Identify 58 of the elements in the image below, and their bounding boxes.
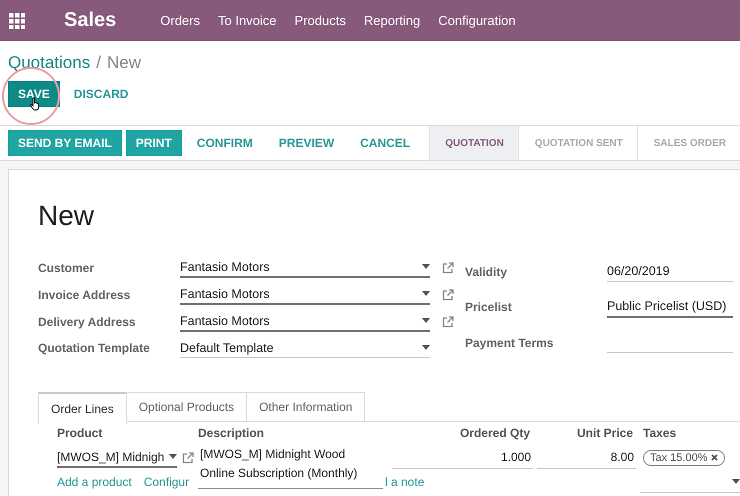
field-label: Payment Terms: [465, 336, 554, 350]
add-line-link[interactable]: l a note: [385, 475, 424, 489]
caret-icon: [422, 318, 430, 323]
external-link-icon[interactable]: [442, 316, 454, 328]
app-title: Sales: [64, 9, 116, 32]
discard-button[interactable]: DISCARD: [64, 81, 138, 107]
field-label: Invoice Address: [38, 288, 132, 302]
column-header: Product: [57, 426, 104, 440]
field-label: Pricelist: [465, 300, 513, 314]
tag-label: Tax 15.00%: [650, 452, 708, 464]
action-button[interactable]: CANCEL: [349, 130, 422, 156]
external-link-icon[interactable]: [182, 452, 194, 464]
input-field[interactable]: 8.00: [537, 446, 636, 468]
field-label: Delivery Address: [38, 314, 137, 328]
external-link-icon[interactable]: [442, 288, 454, 300]
menu-item[interactable]: Products: [294, 13, 346, 28]
column-header: Description: [198, 426, 266, 440]
status-stage[interactable]: QUOTATION: [429, 126, 518, 160]
column-header: Unit Price: [576, 426, 634, 440]
hand-cursor-icon: [30, 97, 40, 111]
add-line-link[interactable]: Add a product: [57, 475, 132, 489]
remove-icon[interactable]: [711, 454, 718, 461]
action-button[interactable]: PRINT: [126, 130, 182, 156]
input-field[interactable]: 06/20/2019: [607, 262, 733, 282]
action-button[interactable]: SEND BY EMAIL: [8, 130, 122, 156]
dropdown-field[interactable]: Fantasio Motors: [180, 257, 430, 278]
dropdown-field[interactable]: Fantasio Motors: [180, 284, 430, 305]
caret-icon: [422, 291, 430, 296]
menu-item[interactable]: To Invoice: [218, 13, 277, 28]
action-button[interactable]: PREVIEW: [268, 130, 346, 156]
field-label: Quotation Template: [38, 341, 151, 355]
external-link-icon[interactable]: [442, 262, 454, 274]
menu-item[interactable]: Configuration: [438, 13, 516, 28]
caret-icon: [422, 264, 430, 269]
input-field[interactable]: Public Pricelist (USD): [607, 296, 733, 318]
add-line-link[interactable]: Configur: [144, 475, 190, 489]
dropdown-field[interactable]: Fantasio Motors: [180, 311, 430, 332]
action-button[interactable]: CONFIRM: [186, 130, 264, 156]
tab[interactable]: Order Lines: [38, 392, 127, 424]
dropdown-field[interactable]: [MWOS_M] Midnigh: [57, 447, 177, 468]
apps-grid-icon[interactable]: [9, 12, 25, 28]
menu-item[interactable]: Reporting: [364, 13, 420, 28]
column-header: Ordered Qty: [458, 426, 531, 440]
column-header: Taxes: [642, 426, 678, 440]
breadcrumb-current: New: [106, 53, 141, 73]
record-title: New: [38, 200, 96, 232]
dropdown-field[interactable]: Default Template: [180, 338, 430, 358]
caret-icon: [732, 479, 740, 484]
input-field[interactable]: 1.000: [392, 446, 533, 468]
menu-item[interactable]: Orders: [160, 13, 200, 28]
breadcrumb-link[interactable]: Quotations: [8, 53, 90, 73]
breadcrumb-separator: /: [96, 53, 101, 73]
caret-icon: [169, 454, 177, 459]
caret-icon: [422, 345, 430, 350]
field-label: Customer: [38, 260, 96, 274]
field-label: Validity: [465, 264, 508, 279]
save-button[interactable]: SAVE: [8, 81, 60, 107]
tab[interactable]: Other Information: [246, 392, 366, 421]
